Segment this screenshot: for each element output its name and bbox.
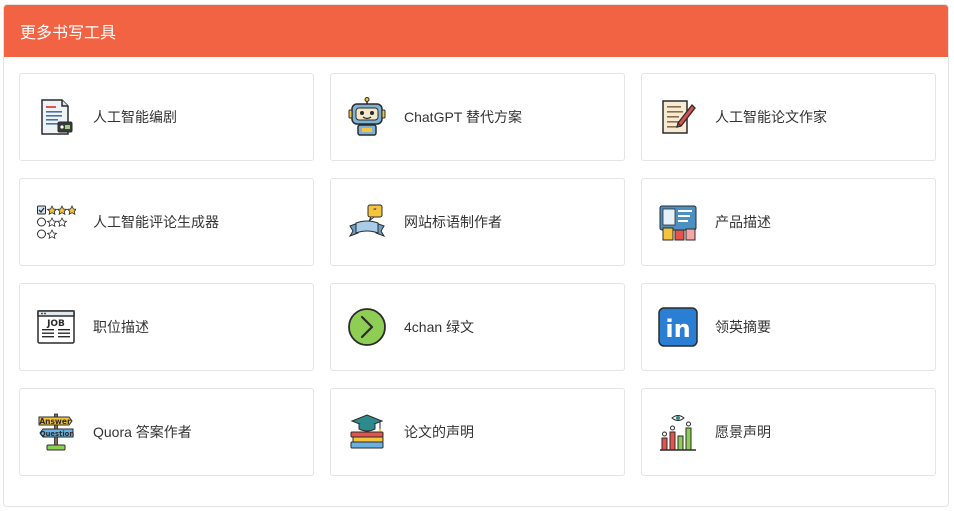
- tool-card-thesis-statement[interactable]: 论文的声明: [330, 388, 625, 476]
- tool-label: 4chan 绿文: [404, 319, 475, 335]
- tool-card-slogan-maker[interactable]: “ 网站标语制作者: [330, 178, 625, 266]
- tool-label: 职位描述: [93, 319, 149, 335]
- vision-chart-icon: [658, 412, 698, 452]
- answer-question-sign-icon: Answer Question: [36, 412, 76, 452]
- product-card-icon: [658, 202, 698, 242]
- tools-grid: 人工智能编剧 ChatGPT 替代方案 人工智能论文作家 人工智能评论生成器 “…: [19, 73, 936, 476]
- slogan-banner-icon: “: [347, 202, 387, 242]
- review-stars-icon: [36, 202, 76, 242]
- tool-card-ai-review-generator[interactable]: 人工智能评论生成器: [19, 178, 314, 266]
- greentext-arrow-icon: [347, 307, 387, 347]
- tool-card-vision-statement[interactable]: 愿景声明: [641, 388, 936, 476]
- linkedin-icon: in: [658, 307, 698, 347]
- tool-card-quora-answer-writer[interactable]: Answer Question Quora 答案作者: [19, 388, 314, 476]
- tool-card-ai-essay-writer[interactable]: 人工智能论文作家: [641, 73, 936, 161]
- tool-card-linkedin-summary[interactable]: in 领英摘要: [641, 283, 936, 371]
- job-icon-text: JOB: [46, 319, 65, 329]
- tool-label: 人工智能编剧: [93, 109, 177, 125]
- script-document-icon: [36, 97, 76, 137]
- svg-text:“: “: [373, 207, 377, 216]
- answer-icon-text: Answer: [39, 417, 71, 426]
- tool-label: 人工智能评论生成器: [93, 214, 219, 230]
- paper-pen-icon: [658, 97, 698, 137]
- more-writing-tools-panel: 更多书写工具 人工智能编剧 ChatGPT 替代方案 人工智能论文作家 人工智能…: [3, 4, 949, 507]
- question-icon-text: Question: [40, 430, 75, 438]
- tool-label: 愿景声明: [715, 424, 771, 440]
- panel-header: 更多书写工具: [4, 5, 948, 57]
- tool-label: 网站标语制作者: [404, 214, 502, 230]
- tool-label: 产品描述: [715, 214, 771, 230]
- robot-icon: [347, 97, 387, 137]
- tool-label: 论文的声明: [404, 424, 474, 440]
- tool-card-job-description[interactable]: JOB 职位描述: [19, 283, 314, 371]
- tool-card-chatgpt-alternative[interactable]: ChatGPT 替代方案: [330, 73, 625, 161]
- tool-label: ChatGPT 替代方案: [404, 109, 522, 125]
- panel-title: 更多书写工具: [20, 25, 117, 42]
- tool-label: 人工智能论文作家: [715, 109, 827, 125]
- tool-card-ai-screenwriter[interactable]: 人工智能编剧: [19, 73, 314, 161]
- tool-label: 领英摘要: [715, 319, 771, 335]
- tool-card-4chan-greentext[interactable]: 4chan 绿文: [330, 283, 625, 371]
- job-listing-icon: JOB: [36, 307, 76, 347]
- linkedin-icon-text: in: [665, 315, 690, 343]
- tool-card-product-description[interactable]: 产品描述: [641, 178, 936, 266]
- books-graduation-cap-icon: [347, 412, 387, 452]
- tool-label: Quora 答案作者: [93, 424, 192, 440]
